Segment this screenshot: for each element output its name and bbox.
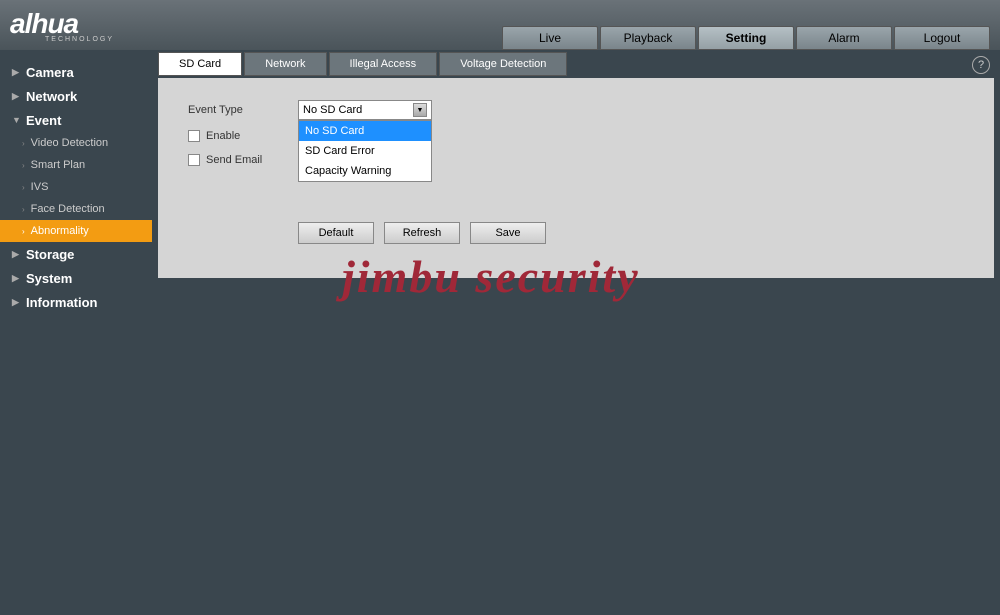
chevron-right-icon: ›	[22, 161, 25, 170]
nav-logout[interactable]: Logout	[894, 26, 990, 50]
nav-live[interactable]: Live	[502, 26, 598, 50]
tab-network[interactable]: Network	[244, 52, 326, 76]
sidebar: ▶Camera ▶Network ▼Event ›Video Detection…	[0, 50, 152, 615]
settings-panel: Event Type No SD Card ▼ No SD Card SD Ca…	[158, 78, 994, 278]
enable-label: Enable	[206, 130, 240, 142]
dropdown-option-capacity[interactable]: Capacity Warning	[299, 161, 431, 181]
chevron-right-icon: ›	[22, 227, 25, 236]
brand-subtext: TECHNOLOGY	[45, 36, 114, 43]
save-button[interactable]: Save	[470, 222, 546, 244]
chevron-right-icon: ›	[22, 183, 25, 192]
sidebar-sub-ivs[interactable]: ›IVS	[0, 176, 152, 198]
nav-setting[interactable]: Setting	[698, 26, 794, 50]
dropdown-option-no-sd[interactable]: No SD Card	[299, 121, 431, 141]
row-event-type: Event Type No SD Card ▼ No SD Card SD Ca…	[188, 98, 994, 122]
chevron-down-icon: ▼	[413, 103, 427, 117]
dropdown-option-sd-error[interactable]: SD Card Error	[299, 141, 431, 161]
button-row: Default Refresh Save	[298, 222, 994, 244]
dropdown-selected[interactable]: No SD Card ▼	[298, 100, 432, 120]
content: SD Card Network Illegal Access Voltage D…	[152, 50, 1000, 615]
sidebar-item-information[interactable]: ▶Information	[0, 290, 152, 314]
sidebar-sub-abnormality[interactable]: ›Abnormality	[0, 220, 152, 242]
dropdown-selected-text: No SD Card	[303, 104, 362, 116]
chevron-right-icon: ▶	[12, 273, 22, 284]
sidebar-sub-video-detection[interactable]: ›Video Detection	[0, 132, 152, 154]
refresh-button[interactable]: Refresh	[384, 222, 460, 244]
sidebar-item-storage[interactable]: ▶Storage	[0, 242, 152, 266]
send-email-checkbox[interactable]	[188, 154, 200, 166]
nav-alarm[interactable]: Alarm	[796, 26, 892, 50]
sidebar-item-event[interactable]: ▼Event	[0, 108, 152, 132]
send-email-label: Send Email	[206, 154, 262, 166]
chevron-right-icon: ›	[22, 139, 25, 148]
sidebar-item-camera[interactable]: ▶Camera	[0, 60, 152, 84]
chevron-right-icon: ▶	[12, 91, 22, 102]
sidebar-sub-smart-plan[interactable]: ›Smart Plan	[0, 154, 152, 176]
tab-sd-card[interactable]: SD Card	[158, 52, 242, 76]
help-icon[interactable]: ?	[972, 56, 990, 74]
label-event-type: Event Type	[188, 104, 298, 116]
default-button[interactable]: Default	[298, 222, 374, 244]
logo: alhua TECHNOLOGY	[10, 8, 114, 43]
enable-checkbox[interactable]	[188, 130, 200, 142]
sidebar-sub-face-detection[interactable]: ›Face Detection	[0, 198, 152, 220]
header: alhua TECHNOLOGY Live Playback Setting A…	[0, 0, 1000, 50]
event-type-dropdown[interactable]: No SD Card ▼ No SD Card SD Card Error Ca…	[298, 100, 432, 120]
tab-illegal-access[interactable]: Illegal Access	[329, 52, 438, 76]
chevron-right-icon: ›	[22, 205, 25, 214]
top-nav: Live Playback Setting Alarm Logout	[502, 26, 990, 50]
dropdown-list: No SD Card SD Card Error Capacity Warnin…	[298, 120, 432, 182]
chevron-right-icon: ▶	[12, 67, 22, 78]
tabs-row: SD Card Network Illegal Access Voltage D…	[152, 50, 1000, 78]
tab-voltage-detection[interactable]: Voltage Detection	[439, 52, 567, 76]
chevron-down-icon: ▼	[12, 115, 22, 125]
sidebar-item-system[interactable]: ▶System	[0, 266, 152, 290]
chevron-right-icon: ▶	[12, 249, 22, 260]
nav-playback[interactable]: Playback	[600, 26, 696, 50]
main: ▶Camera ▶Network ▼Event ›Video Detection…	[0, 50, 1000, 615]
sidebar-item-network[interactable]: ▶Network	[0, 84, 152, 108]
chevron-right-icon: ▶	[12, 297, 22, 308]
